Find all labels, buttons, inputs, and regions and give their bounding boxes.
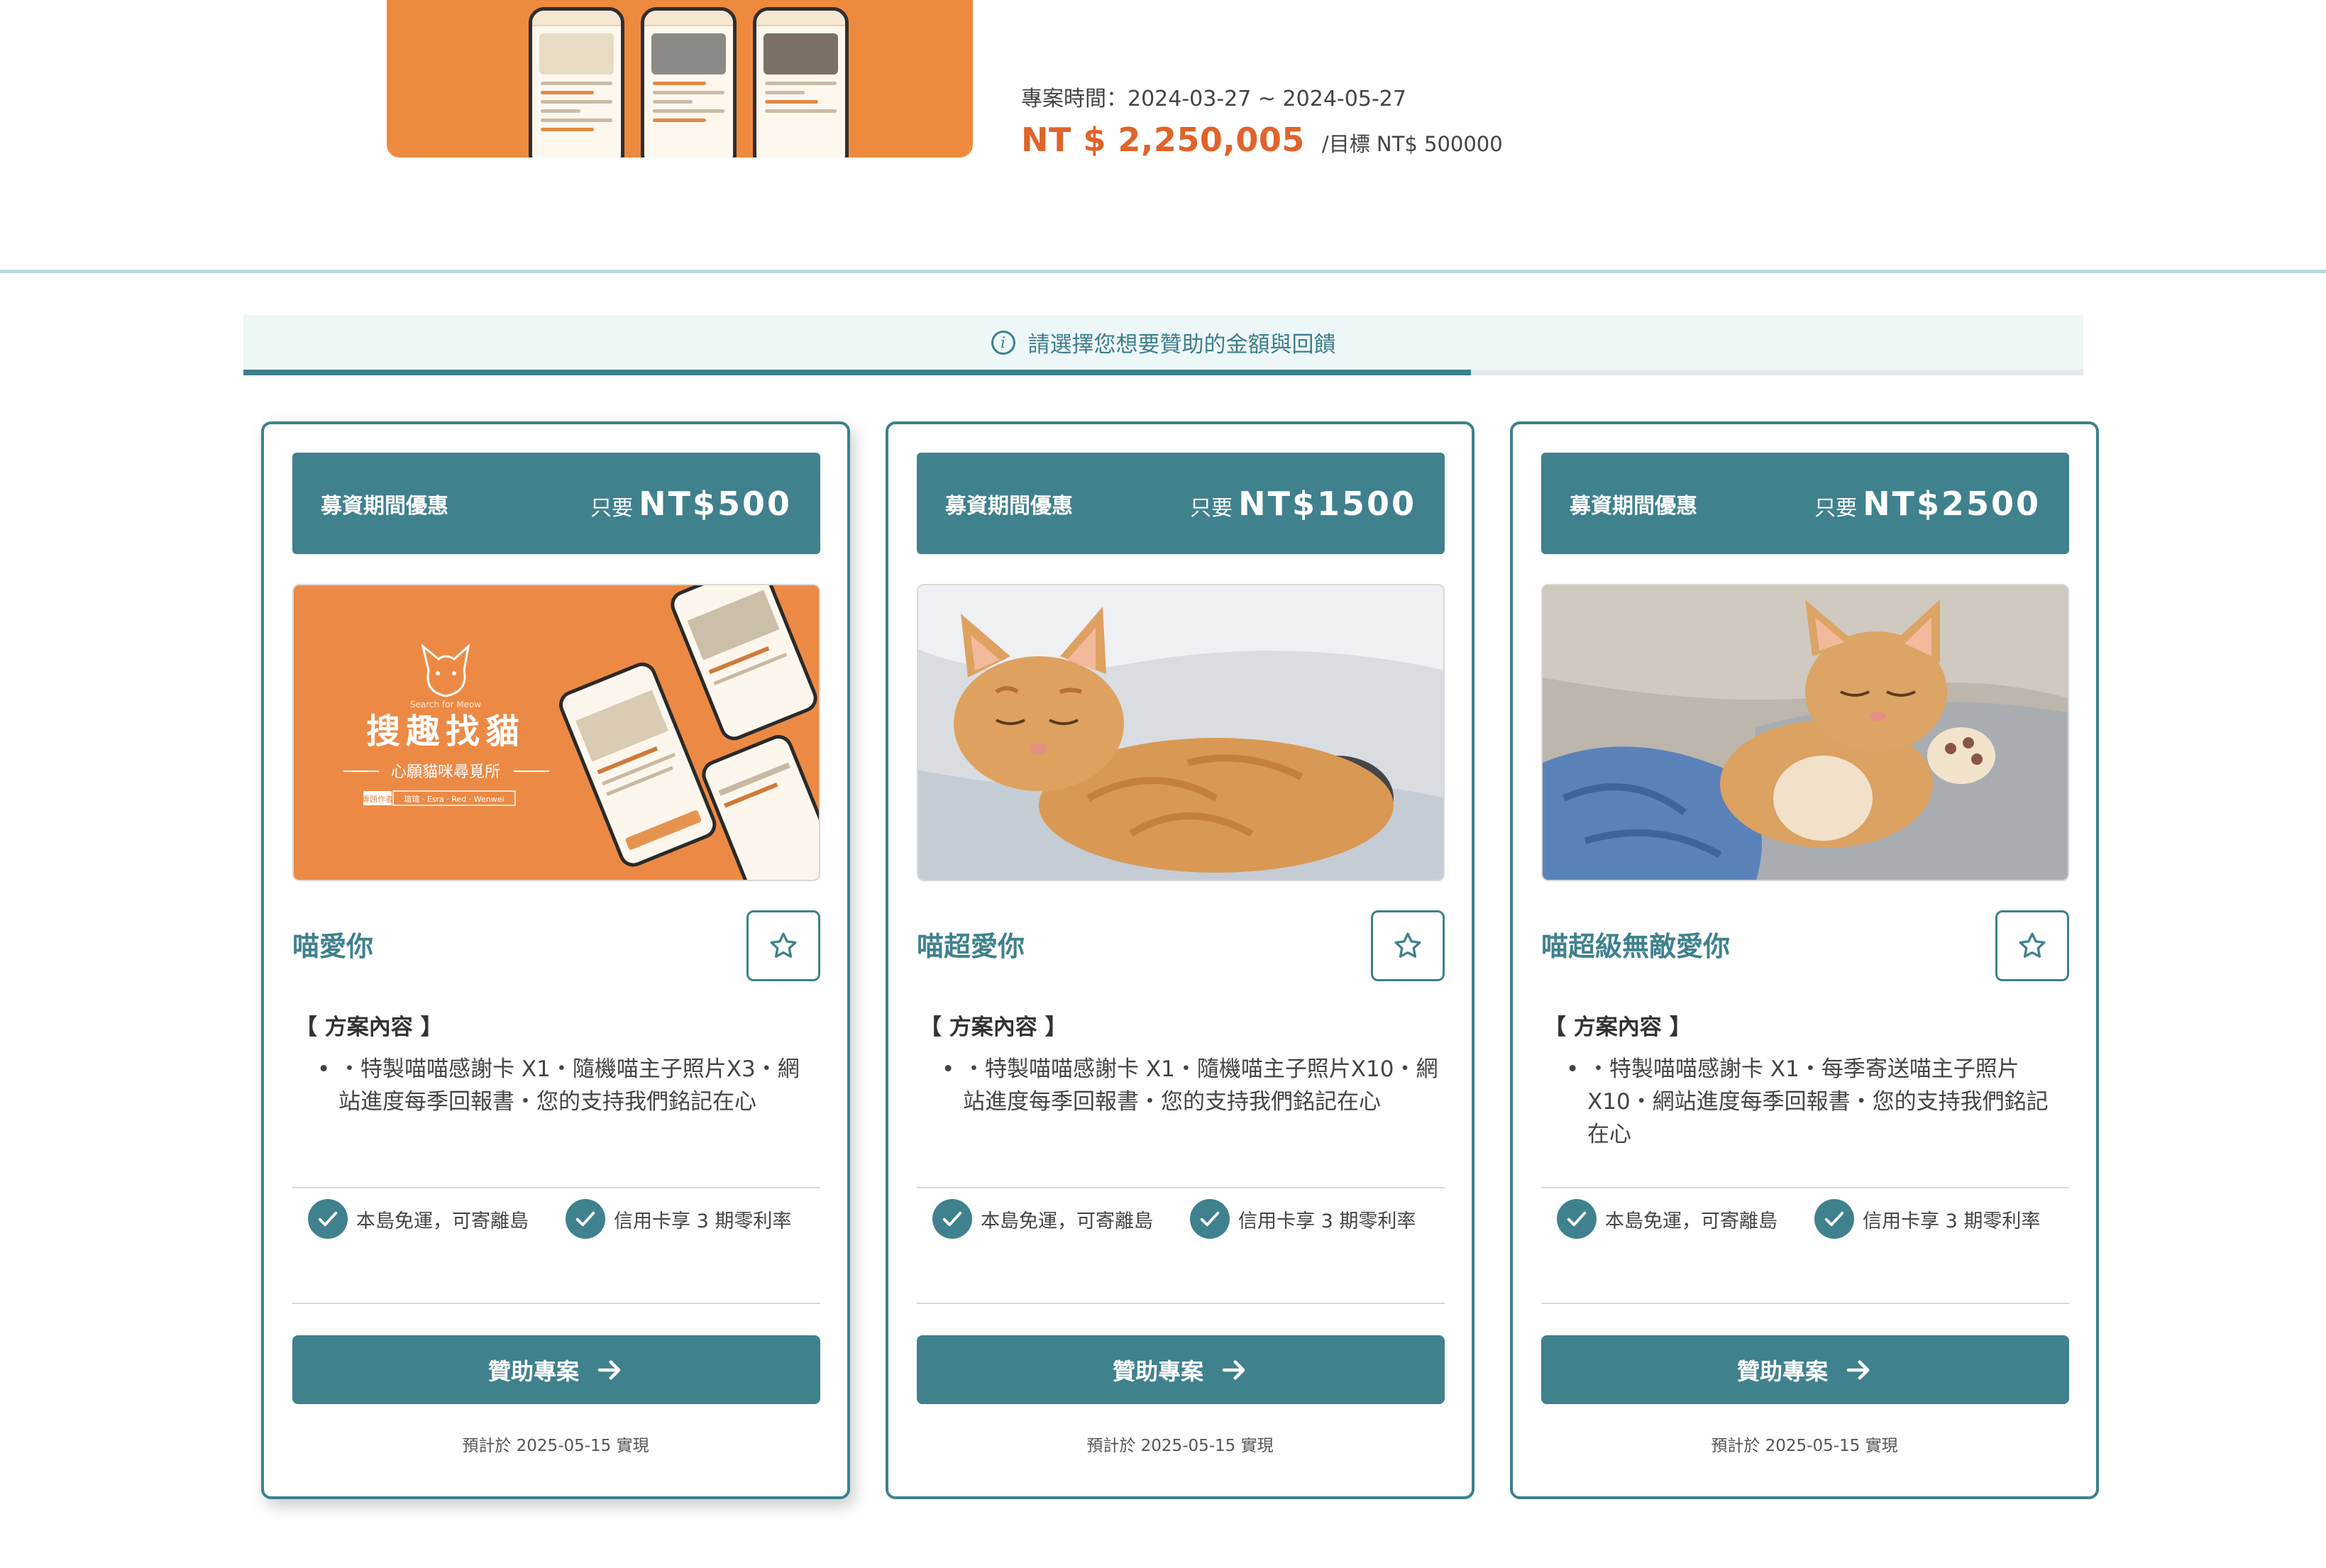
reward-features: 本島免運，可寄離島 信用卡享 3 期零利率 bbox=[1557, 1199, 2040, 1239]
sleeping-cat-photo bbox=[918, 585, 1443, 880]
reward-price: NT$2500 bbox=[1863, 484, 2041, 523]
reward-image: Search for Meow 搜趣找貓 心願貓咪尋覓所 專題作者 瑄瑄 · E… bbox=[292, 584, 820, 881]
favorite-button[interactable] bbox=[1371, 910, 1445, 981]
reward-card-header: 募資期間優惠 只要 NT$500 bbox=[292, 453, 820, 554]
price-prefix: 只要 bbox=[1190, 495, 1233, 521]
divider bbox=[917, 1187, 1445, 1188]
info-icon: i bbox=[991, 330, 1015, 355]
divider bbox=[917, 1303, 1445, 1304]
svg-text:專題作者: 專題作者 bbox=[362, 795, 393, 804]
plan-content-list: ・特製喵喵感謝卡 X1・隨機喵主子照片X10・網站進度每季回報書・您的支持我們銘… bbox=[942, 1053, 1445, 1118]
poster-title: 搜趣找貓 bbox=[366, 712, 525, 751]
check-icon bbox=[1190, 1199, 1230, 1239]
reward-title: 喵超級無敵愛你 bbox=[1541, 931, 1731, 962]
feature-installment: 信用卡享 3 期零利率 bbox=[566, 1199, 791, 1239]
promo-label: 募資期間優惠 bbox=[321, 493, 448, 519]
sponsor-button[interactable]: 贊助專案 bbox=[292, 1335, 820, 1404]
sponsor-button[interactable]: 贊助專案 bbox=[1541, 1335, 2069, 1404]
plan-content-label: 【 方案內容 】 bbox=[1544, 1015, 1692, 1040]
sponsor-button[interactable]: 贊助專案 bbox=[917, 1335, 1445, 1404]
divider bbox=[1541, 1303, 2069, 1304]
divider bbox=[292, 1187, 820, 1188]
favorite-button[interactable] bbox=[746, 910, 820, 981]
check-icon bbox=[1814, 1199, 1854, 1239]
step-progress-bar bbox=[243, 370, 2083, 375]
estimated-delivery: 預計於 2025-05-15 實現 bbox=[1086, 1437, 1274, 1455]
check-icon bbox=[1557, 1199, 1597, 1239]
feature-shipping: 本島免運，可寄離島 bbox=[1557, 1199, 1777, 1239]
reward-card: 募資期間優惠 只要 NT$500 Search for Meow 搜趣找貓 心願… bbox=[261, 421, 850, 1499]
plan-content-list: ・特製喵喵感謝卡 X1・每季寄送喵主子照片X10・網站進度每季回報書・您的支持我… bbox=[1566, 1053, 2070, 1151]
reward-price: NT$1500 bbox=[1238, 484, 1416, 523]
plan-content-list: ・特製喵喵感謝卡 X1・隨機喵主子照片X3・網站進度每季回報書・您的支持我們銘記… bbox=[317, 1053, 821, 1118]
plan-item: ・特製喵喵感謝卡 X1・隨機喵主子照片X3・網站進度每季回報書・您的支持我們銘記… bbox=[317, 1053, 821, 1118]
arrow-right-icon bbox=[1846, 1359, 1870, 1380]
star-icon bbox=[2019, 932, 2046, 958]
section-divider bbox=[0, 270, 2326, 273]
plan-item: ・特製喵喵感謝卡 X1・隨機喵主子照片X10・網站進度每季回報書・您的支持我們銘… bbox=[942, 1053, 1445, 1118]
arrow-right-icon bbox=[597, 1359, 621, 1380]
project-cover-image bbox=[387, 0, 973, 158]
project-date: 專案時間：2024-03-27 ~ 2024-05-27 bbox=[1021, 87, 1406, 111]
feature-installment: 信用卡享 3 期零利率 bbox=[1190, 1199, 1416, 1239]
svg-text:Search for Meow: Search for Meow bbox=[410, 700, 481, 710]
check-icon bbox=[932, 1199, 972, 1239]
feature-shipping: 本島免運，可寄離島 bbox=[932, 1199, 1153, 1239]
feature-installment: 信用卡享 3 期零利率 bbox=[1814, 1199, 2040, 1239]
reward-title: 喵愛你 bbox=[292, 931, 374, 962]
svg-text:心願貓咪尋覓所: 心願貓咪尋覓所 bbox=[391, 763, 500, 781]
phone-mockup bbox=[641, 7, 737, 158]
estimated-delivery: 預計於 2025-05-15 實現 bbox=[462, 1437, 649, 1455]
reward-title: 喵超愛你 bbox=[917, 931, 1025, 962]
phone-mockup bbox=[529, 7, 624, 158]
sleeping-cat-photo bbox=[1543, 585, 2068, 880]
phone-mockup bbox=[753, 7, 849, 158]
project-poster-image: Search for Meow 搜趣找貓 心願貓咪尋覓所 專題作者 瑄瑄 · E… bbox=[294, 585, 819, 880]
promo-label: 募資期間優惠 bbox=[945, 493, 1073, 519]
arrow-right-icon bbox=[1222, 1359, 1245, 1380]
reward-features: 本島免運，可寄離島 信用卡享 3 期零利率 bbox=[932, 1199, 1416, 1239]
favorite-button[interactable] bbox=[1995, 910, 2069, 981]
reward-features: 本島免運，可寄離島 信用卡享 3 期零利率 bbox=[308, 1199, 791, 1239]
svg-text:瑄瑄 · Esra · Red · Wenwei: 瑄瑄 · Esra · Red · Wenwei bbox=[404, 794, 504, 804]
reward-price: NT$500 bbox=[639, 484, 792, 523]
star-icon bbox=[1394, 932, 1421, 958]
plan-item: ・特製喵喵感謝卡 X1・每季寄送喵主子照片X10・網站進度每季回報書・您的支持我… bbox=[1566, 1053, 2070, 1151]
reward-card: 募資期間優惠 只要 NT$1500 喵超愛你 【 方案內容 】 • ・特製喵喵感… bbox=[886, 421, 1475, 1499]
reward-image bbox=[1541, 584, 2069, 881]
price-prefix: 只要 bbox=[1814, 495, 1858, 521]
plan-content-label: 【 方案內容 】 bbox=[920, 1015, 1067, 1040]
promo-label: 募資期間優惠 bbox=[1570, 493, 1697, 519]
goal-amount: /目標 NT$ 500000 bbox=[1321, 132, 1503, 156]
step-progress-fill bbox=[243, 370, 1471, 375]
divider bbox=[292, 1303, 820, 1304]
reward-card-header: 募資期間優惠 只要 NT$1500 bbox=[917, 453, 1445, 554]
raised-amount: NT $ 2,250,005 bbox=[1021, 121, 1305, 159]
notice-text: 請選擇您想要贊助的金額與回饋 bbox=[1027, 332, 1336, 358]
check-icon bbox=[308, 1199, 348, 1239]
reward-image bbox=[917, 584, 1445, 881]
funding-amount-row: NT $ 2,250,005 /目標 NT$ 500000 bbox=[1021, 121, 1503, 159]
estimated-delivery: 預計於 2025-05-15 實現 bbox=[1711, 1437, 1898, 1455]
reward-card-header: 募資期間優惠 只要 NT$2500 bbox=[1541, 453, 2069, 554]
divider bbox=[1541, 1187, 2069, 1188]
feature-shipping: 本島免運，可寄離島 bbox=[308, 1199, 529, 1239]
star-icon bbox=[770, 932, 797, 958]
check-icon bbox=[566, 1199, 605, 1239]
plan-content-label: 【 方案內容 】 bbox=[295, 1015, 443, 1040]
reward-notice: i 請選擇您想要贊助的金額與回饋 bbox=[243, 315, 2083, 370]
reward-card: 募資期間優惠 只要 NT$2500 喵超級無敵愛你 【 方案內容 】 • ・特製… bbox=[1510, 421, 2099, 1499]
price-prefix: 只要 bbox=[590, 495, 634, 521]
